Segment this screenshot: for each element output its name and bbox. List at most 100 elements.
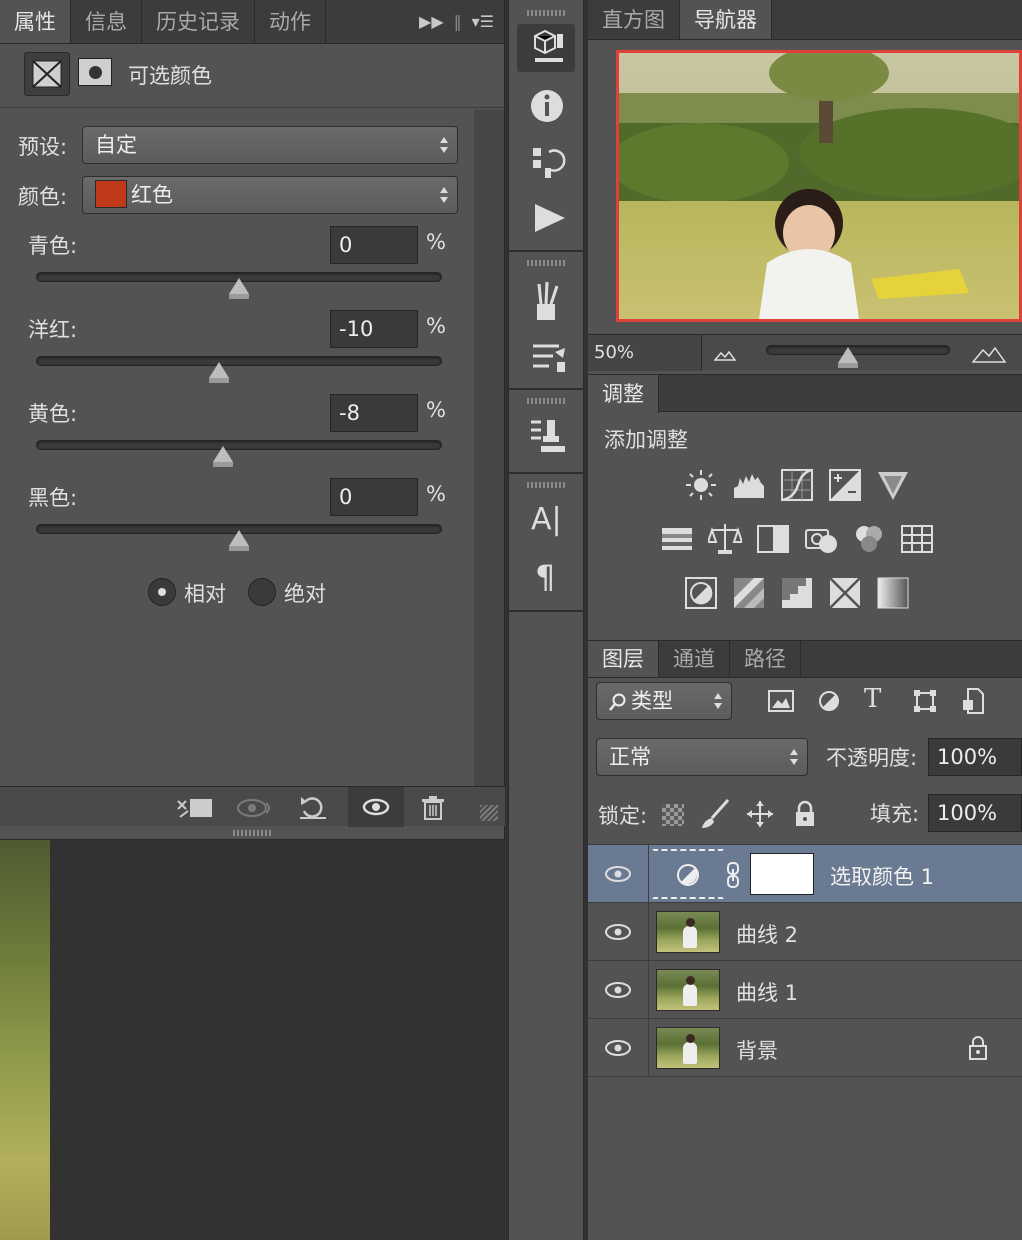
chain-link-icon[interactable]: [726, 861, 740, 889]
lock-transparent-icon[interactable]: [662, 804, 684, 826]
info-icon[interactable]: [529, 88, 565, 124]
tab-history[interactable]: 历史记录: [142, 0, 255, 43]
layer-name[interactable]: 曲线 1: [736, 977, 798, 1007]
slider-value-input[interactable]: 0: [330, 478, 418, 516]
visibility-toggle[interactable]: [348, 787, 404, 827]
mode-relative-label[interactable]: 相对: [184, 578, 226, 608]
resize-grip-icon[interactable]: [480, 805, 498, 821]
history-brush-icon[interactable]: [531, 144, 567, 180]
layer-row[interactable]: 曲线 1: [588, 961, 1022, 1019]
slider-value-input[interactable]: -8: [330, 394, 418, 432]
play-icon[interactable]: [531, 202, 567, 234]
layer-row[interactable]: 背景: [588, 1019, 1022, 1077]
slider-thumb[interactable]: [229, 278, 249, 299]
slider-value-input[interactable]: -10: [330, 310, 418, 348]
tab-histogram[interactable]: 直方图: [588, 0, 680, 39]
filter-shape-icon[interactable]: [914, 690, 936, 712]
eye-icon[interactable]: [604, 923, 632, 941]
filter-smart-object-icon[interactable]: [962, 688, 984, 714]
posterize-icon[interactable]: [732, 576, 766, 610]
color-dropdown[interactable]: 红色: [82, 176, 458, 214]
clone-source-icon[interactable]: [529, 416, 569, 456]
mask-icon[interactable]: [78, 58, 112, 86]
zoom-field[interactable]: 50%: [588, 335, 702, 371]
hue-saturation-icon[interactable]: [660, 522, 694, 556]
eye-icon[interactable]: [604, 1039, 632, 1057]
dock-grip[interactable]: [527, 10, 567, 16]
collapse-icon[interactable]: ▶▶: [419, 12, 444, 31]
slider-track[interactable]: [36, 356, 442, 366]
gradient-map-icon[interactable]: [876, 576, 910, 610]
adjustment-type-icon[interactable]: [24, 52, 70, 96]
layer-mask-thumbnail[interactable]: [750, 853, 814, 895]
exposure-icon[interactable]: [828, 468, 862, 502]
eye-icon[interactable]: [604, 865, 632, 883]
tab-navigator[interactable]: 导航器: [680, 0, 772, 39]
layer-row[interactable]: 曲线 2: [588, 903, 1022, 961]
blend-mode-dropdown[interactable]: 正常: [596, 738, 808, 776]
filter-pixel-icon[interactable]: [768, 690, 794, 712]
slider-thumb[interactable]: [208, 362, 229, 383]
lock-image-brush-icon[interactable]: [700, 798, 732, 830]
trash-icon[interactable]: [420, 795, 446, 821]
slider-thumb[interactable]: [229, 530, 249, 551]
layer-row[interactable]: 选取颜色 1: [588, 845, 1022, 903]
tab-paths[interactable]: 路径: [730, 641, 801, 677]
curves-icon[interactable]: [780, 468, 814, 502]
lock-all-icon[interactable]: [794, 800, 816, 828]
character-icon[interactable]: A|: [531, 502, 562, 537]
mode-absolute-label[interactable]: 绝对: [284, 578, 326, 608]
slider-thumb[interactable]: [212, 446, 233, 467]
adjustment-layer-icon[interactable]: [652, 849, 724, 899]
brush-preset-icon[interactable]: [531, 280, 567, 322]
zoom-slider-thumb[interactable]: [838, 347, 858, 368]
zoom-out-icon[interactable]: [714, 349, 736, 361]
panel-grip[interactable]: [233, 830, 273, 836]
layer-thumbnail[interactable]: [656, 969, 720, 1011]
layer-filter-dropdown[interactable]: 类型: [596, 682, 732, 720]
selective-color-icon[interactable]: [828, 576, 862, 610]
mode-absolute-radio[interactable]: [248, 578, 276, 606]
mode-relative-radio[interactable]: [148, 578, 176, 606]
vibrance-icon[interactable]: [876, 468, 910, 502]
layer-name[interactable]: 背景: [736, 1035, 778, 1065]
levels-icon[interactable]: [732, 468, 766, 502]
zoom-slider-track[interactable]: [766, 345, 950, 355]
3d-panel-icon[interactable]: [517, 24, 575, 72]
dock-grip[interactable]: [527, 398, 567, 404]
channel-mixer-icon[interactable]: [852, 522, 886, 556]
tool-presets-icon[interactable]: [529, 338, 569, 374]
opacity-input[interactable]: 100%: [928, 738, 1022, 776]
tab-actions[interactable]: 动作: [255, 0, 326, 43]
color-lookup-icon[interactable]: [900, 522, 934, 556]
preset-dropdown[interactable]: 自定: [82, 126, 458, 164]
dock-grip[interactable]: [527, 260, 567, 266]
layer-thumbnail[interactable]: [656, 911, 720, 953]
fill-input[interactable]: 100%: [928, 794, 1022, 832]
dock-grip[interactable]: [527, 482, 567, 488]
tab-channels[interactable]: 通道: [659, 641, 730, 677]
layer-name[interactable]: 选取颜色 1: [830, 861, 934, 891]
lock-position-icon[interactable]: [746, 800, 774, 828]
view-previous-icon[interactable]: [236, 795, 274, 821]
threshold-icon[interactable]: [780, 576, 814, 610]
reset-icon[interactable]: [298, 793, 328, 821]
invert-icon[interactable]: [684, 576, 718, 610]
eye-icon[interactable]: [604, 981, 632, 999]
tab-layers[interactable]: 图层: [588, 641, 659, 677]
slider-track[interactable]: [36, 440, 442, 450]
layer-name[interactable]: 曲线 2: [736, 919, 798, 949]
tab-properties[interactable]: 属性: [0, 0, 71, 43]
clip-to-layer-icon[interactable]: [176, 795, 214, 821]
brightness-icon[interactable]: [684, 468, 718, 502]
filter-adjustment-icon[interactable]: [818, 690, 840, 712]
tab-adjustments[interactable]: 调整: [588, 375, 659, 413]
properties-scrollbar[interactable]: [474, 110, 504, 786]
photo-filter-icon[interactable]: [804, 522, 838, 556]
tab-info[interactable]: 信息: [71, 0, 142, 43]
panel-menu-icon[interactable]: ▾☰: [472, 12, 494, 31]
slider-value-input[interactable]: 0: [330, 226, 418, 264]
color-balance-icon[interactable]: [708, 522, 742, 556]
paragraph-icon[interactable]: ¶: [535, 558, 555, 596]
black-white-icon[interactable]: [756, 522, 790, 556]
